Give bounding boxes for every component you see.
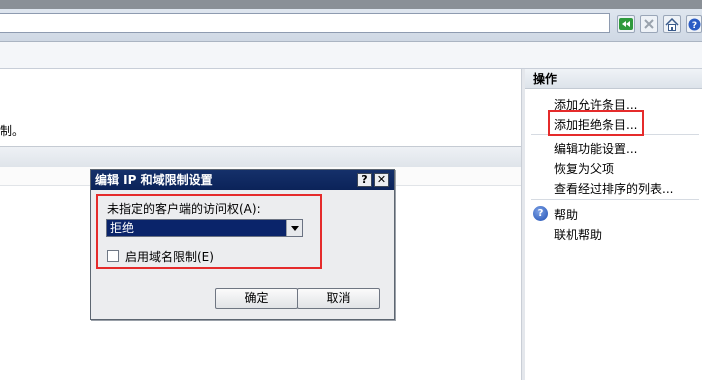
action-add-deny-entry[interactable]: 添加拒绝条目... <box>554 116 637 133</box>
cancel-button[interactable]: 取消 <box>297 288 380 309</box>
dialog-close-button[interactable]: ✕ <box>374 173 389 187</box>
actions-pane: 操作 添加允许条目... 添加拒绝条目... 编辑功能设置... 恢复为父项 查… <box>525 69 702 380</box>
rules-grid-header[interactable] <box>0 146 522 168</box>
access-label: 未指定的客户端的访问权(A): <box>107 202 261 216</box>
help-icon[interactable]: ? <box>686 15 702 33</box>
window-top-strip <box>0 0 702 9</box>
chevron-down-icon[interactable] <box>286 220 302 236</box>
enable-domain-restriction-label[interactable]: 启用域名限制(E) <box>125 248 214 265</box>
action-revert-to-parent[interactable]: 恢复为父项 <box>554 160 614 177</box>
svg-text:?: ? <box>691 21 696 31</box>
dialog-help-button[interactable]: ? <box>357 173 372 187</box>
action-online-help[interactable]: 联机帮助 <box>554 226 602 243</box>
actions-header: 操作 <box>525 69 702 89</box>
home-icon[interactable] <box>663 15 681 33</box>
action-view-ordered-list[interactable]: 查看经过排序的列表... <box>554 180 673 197</box>
feature-description: 制。 <box>0 124 25 138</box>
refresh-go-icon[interactable] <box>617 15 635 33</box>
address-input[interactable] <box>0 13 610 33</box>
action-separator <box>531 199 699 200</box>
secondary-toolbar <box>0 42 702 69</box>
ip-domain-restriction-dialog: 编辑 IP 和域限制设置 ? ✕ 未指定的客户端的访问权(A): 拒绝 启用域名… <box>90 169 395 320</box>
enable-domain-restriction-checkbox[interactable] <box>107 250 119 262</box>
stop-icon[interactable] <box>640 15 658 33</box>
access-select[interactable]: 拒绝 <box>106 219 303 237</box>
access-select-value: 拒绝 <box>110 221 135 235</box>
ok-button[interactable]: 确定 <box>215 288 298 309</box>
address-bar: ? <box>0 9 702 42</box>
action-separator <box>531 134 699 135</box>
action-add-allow-entry[interactable]: 添加允许条目... <box>554 96 637 113</box>
action-help[interactable]: 帮助 <box>554 206 578 223</box>
dialog-title: 编辑 IP 和域限制设置 <box>91 170 394 190</box>
action-edit-feature-settings[interactable]: 编辑功能设置... <box>554 140 637 157</box>
help-circle-icon: ? <box>533 206 548 221</box>
